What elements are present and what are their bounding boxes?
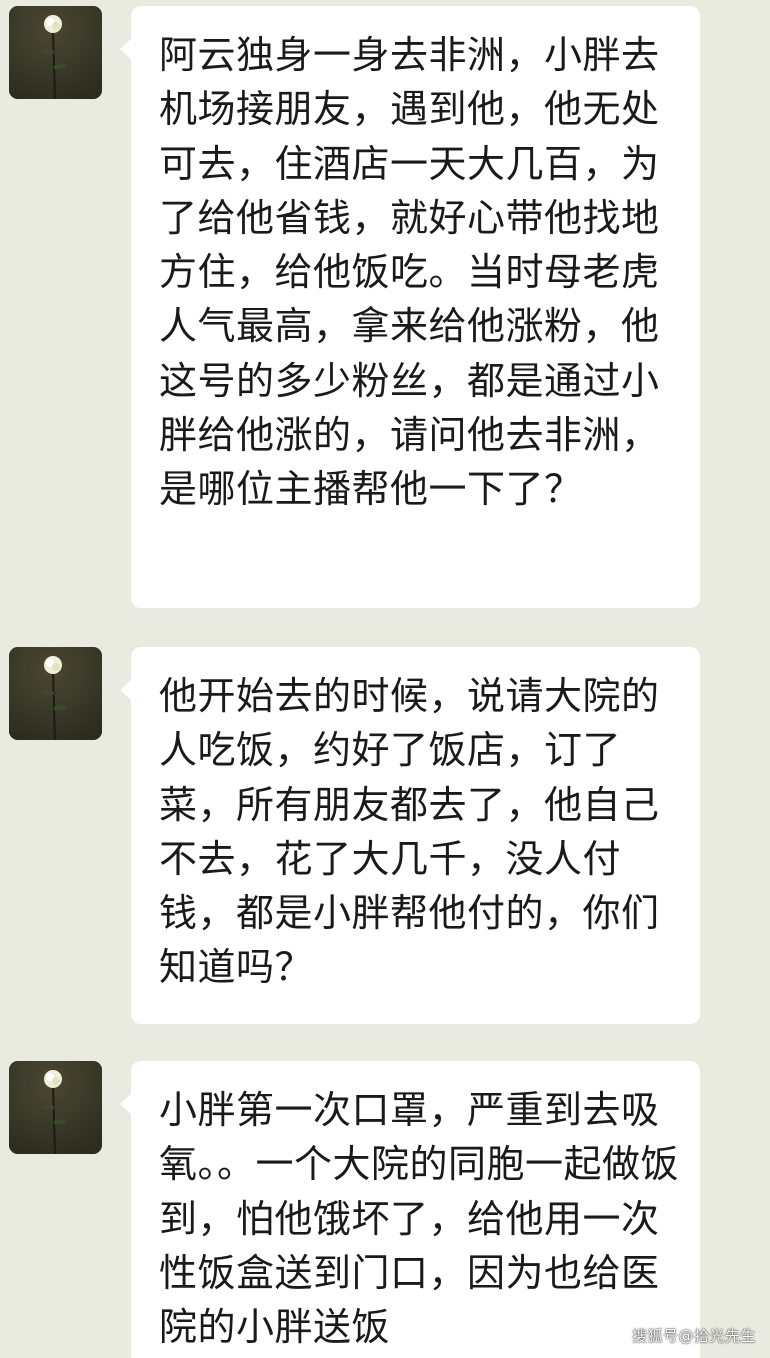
- message-text: 阿云独身一身去非洲，小胖去机场接朋友，遇到他，他无处可去，住酒店一天大几百，为了…: [159, 33, 660, 512]
- message-bubble[interactable]: 阿云独身一身去非洲，小胖去机场接朋友，遇到他，他无处可去，住酒店一天大几百，为了…: [120, 6, 700, 608]
- white-rose-avatar-icon[interactable]: [9, 6, 102, 99]
- message-text: 小胖第一次口罩，严重到去吸氧。。一个大院的同胞一起做饭到，怕他饿坏了，给他用一次…: [159, 1088, 680, 1350]
- message-bubble[interactable]: 小胖第一次口罩，严重到去吸氧。。一个大院的同胞一起做饭到，怕他饿坏了，给他用一次…: [120, 1061, 700, 1358]
- white-rose-avatar-icon[interactable]: [9, 647, 102, 740]
- message-bubble[interactable]: 他开始去的时候，说请大院的人吃饭，约好了饭店，订了菜，所有朋友都去了，他自己不去…: [120, 647, 700, 1024]
- white-rose-avatar-icon[interactable]: [9, 1061, 102, 1154]
- message-text: 他开始去的时候，说请大院的人吃饭，约好了饭店，订了菜，所有朋友都去了，他自己不去…: [159, 674, 660, 990]
- watermark: 搜狐号@拾光先生: [631, 1327, 756, 1345]
